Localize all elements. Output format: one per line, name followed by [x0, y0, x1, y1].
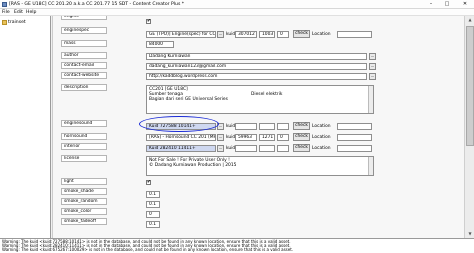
interior-kuid-input[interactable] — [235, 145, 257, 152]
field-label-enginesound: enginesound — [61, 120, 107, 127]
menu-help[interactable]: Help — [26, 10, 36, 15]
tree-item-trainset[interactable]: trainset — [2, 19, 26, 25]
scroll-up-icon[interactable]: ▲ — [466, 16, 474, 23]
enginespec-browse-button[interactable]: ... — [217, 31, 224, 38]
interior-input[interactable]: Kuid 282410 11411+ — [146, 145, 216, 152]
log-line: Warning: The kuid <kuid:675267:100029> i… — [2, 247, 294, 252]
field-label-light: light — [61, 178, 107, 185]
field-label-smoke-shade: smoke_shade — [61, 188, 107, 195]
hornsound-location-label: Location — [312, 135, 331, 140]
hornsound-browse-button[interactable]: ... — [217, 134, 224, 141]
interior-browse-button[interactable]: ... — [217, 145, 224, 152]
field-label-smoke-color: smoke_color — [61, 208, 107, 215]
maximize-button[interactable]: □ — [439, 0, 455, 8]
enginesound-kuid-input[interactable] — [235, 123, 257, 130]
menu-file[interactable]: File — [2, 10, 10, 15]
properties-scrollbar[interactable]: ▲ ▼ — [464, 16, 474, 238]
title-bar: [RAS - GE U18C] CC 201.20 a.k.a CC 201.7… — [0, 0, 474, 9]
hornsound-kuid-input[interactable]: 59963 — [235, 134, 257, 141]
author-input[interactable]: Dadang Kurniawan — [146, 53, 367, 60]
description-line: Bagian dari seri GE Universal Series — [149, 97, 228, 102]
field-label-interior: interior — [61, 143, 107, 150]
field-label-mass: mass — [61, 40, 107, 47]
hornsound-kuid3-input[interactable]: 0 — [277, 134, 289, 141]
scroll-down-icon[interactable]: ▼ — [466, 230, 474, 237]
interior-kuid-label: kuid — [226, 146, 236, 151]
contact-email-browse-button[interactable]: ... — [369, 63, 376, 70]
author-browse-button[interactable]: ... — [369, 53, 376, 60]
description-scrollbar[interactable] — [368, 86, 373, 113]
log-panel: Warning: The kuid <kuid:727588:10141> is… — [0, 238, 474, 253]
enginesound-check-button[interactable]: check — [293, 122, 310, 130]
enginesound-kuid2-input[interactable] — [259, 123, 275, 130]
enginespec-kuid3-input[interactable]: 0 — [277, 31, 289, 38]
smoke-fadeoff-input[interactable]: 0.1 — [146, 221, 160, 228]
field-label-smoke-random: smoke_random — [61, 198, 107, 205]
enginesound-location-input[interactable] — [337, 123, 372, 130]
contact-website-input[interactable]: http://kaddblog.wordpress.com — [146, 73, 367, 80]
enginesound-kuid-label: kuid — [226, 124, 236, 129]
enginesound-highlight-circle — [139, 116, 219, 132]
field-label-description: description — [61, 84, 107, 91]
engine-checkbox[interactable]: ✔ — [146, 19, 151, 24]
license-scrollbar[interactable] — [368, 157, 373, 175]
field-label-contact-website: contact-website — [61, 72, 107, 79]
folder-icon — [2, 19, 7, 25]
enginespec-check-button[interactable]: check — [293, 30, 310, 38]
enginespec-kuid-input[interactable]: 307012 — [235, 31, 257, 38]
description-textarea[interactable]: CC201 [GE U18C] Sumber tenaga Bagian dar… — [146, 85, 374, 114]
hornsound-location-input[interactable] — [337, 134, 372, 141]
menu-edit[interactable]: Edit — [14, 10, 23, 15]
field-label-smoke-fadeoff: smoke_fadeoff — [61, 218, 107, 225]
smoke-shade-input[interactable]: 0.1 — [146, 191, 160, 198]
properties-panel: engine ✔ enginespec GE (TPO)] Engine(spe… — [52, 16, 464, 238]
smoke-color-input[interactable]: 0 — [146, 211, 160, 218]
hornsound-kuid2-input[interactable]: 1271 — [259, 134, 275, 141]
minimize-button[interactable]: – — [423, 0, 439, 8]
contact-website-browse-button[interactable]: ... — [369, 73, 376, 80]
enginespec-kuid-label: kuid — [226, 32, 236, 37]
hornsound-check-button[interactable]: check — [293, 133, 310, 141]
scrollbar-thumb[interactable] — [466, 26, 474, 146]
close-button[interactable]: ✕ — [456, 0, 474, 8]
license-line: © Dadang Kurniawan Production | 2015 — [149, 163, 237, 168]
interior-check-button[interactable]: check — [293, 144, 310, 152]
window-title: [RAS - GE U18C] CC 201.20 a.k.a CC 201.7… — [9, 2, 185, 7]
field-label-contact-email: contact-email — [61, 62, 107, 69]
mass-input[interactable]: 84000 — [146, 41, 174, 48]
menu-bar: File Edit Help — [0, 9, 474, 16]
description-right-text: Diesel elektrik — [251, 92, 283, 97]
enginespec-kuid2-input[interactable]: 1003 — [259, 31, 275, 38]
light-checkbox[interactable]: ✔ — [146, 180, 151, 185]
contact-email-input[interactable]: dadang_kurniawan123@gmail.com — [146, 63, 367, 70]
enginespec-location-input[interactable] — [337, 31, 372, 38]
enginespec-input[interactable]: GE (TPO)] Engine(spec) for CC 201 — [146, 31, 216, 38]
smoke-random-input[interactable]: 0.1 — [146, 201, 160, 208]
enginesound-location-label: Location — [312, 124, 331, 129]
field-label-hornsound: hornsound — [61, 133, 107, 140]
field-label-engine: engine — [61, 16, 107, 20]
asset-tree: trainset — [0, 16, 51, 238]
license-textarea[interactable]: Not For Sale ! For Private User Only ! ©… — [146, 156, 374, 176]
interior-kuid3-input[interactable] — [277, 145, 289, 152]
field-label-enginespec: enginespec — [61, 27, 107, 34]
app-icon — [2, 2, 7, 7]
field-label-license: license — [61, 155, 107, 162]
enginespec-location-label: Location — [312, 32, 331, 37]
interior-location-input[interactable] — [337, 145, 372, 152]
interior-location-label: Location — [312, 146, 331, 151]
field-label-author: author — [61, 52, 107, 59]
interior-kuid2-input[interactable] — [259, 145, 275, 152]
enginesound-kuid3-input[interactable] — [277, 123, 289, 130]
hornsound-kuid-label: kuid — [226, 135, 236, 140]
hornsound-input[interactable]: [RAS] - Hornsound CC 201 (MR — [146, 134, 216, 141]
